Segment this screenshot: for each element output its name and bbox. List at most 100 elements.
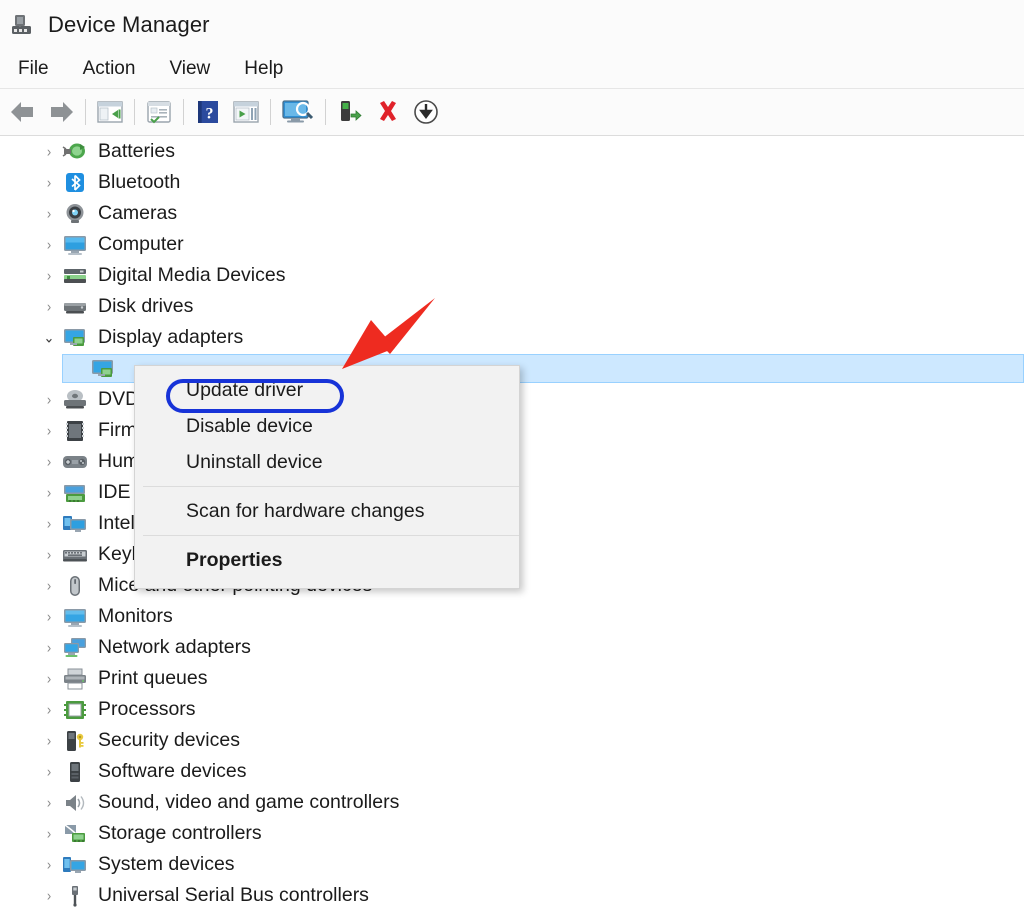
hid-icon: [62, 450, 88, 474]
mouse-icon: [62, 574, 88, 598]
tree-row-label: Sound, video and game controllers: [98, 791, 399, 814]
chevron-right-icon[interactable]: ›: [40, 299, 58, 314]
usb-icon: [62, 884, 88, 908]
context-menu[interactable]: Update driver Disable device Uninstall d…: [134, 365, 520, 589]
camera-icon: [62, 202, 88, 226]
forward-arrow-icon[interactable]: [42, 93, 80, 131]
chevron-right-icon[interactable]: ›: [40, 609, 58, 624]
chevron-right-icon[interactable]: ›: [40, 702, 58, 717]
printer-icon: [62, 667, 88, 691]
tree-row-label: Computer: [98, 233, 184, 256]
tree-row[interactable]: › Digital Media Devices: [0, 260, 1024, 291]
toolbar-separator: [183, 99, 184, 125]
scan-hardware-changes-icon[interactable]: [276, 93, 320, 131]
tree-row[interactable]: › Computer: [0, 229, 1024, 260]
chevron-right-icon[interactable]: ›: [40, 392, 58, 407]
toolbar-separator: [134, 99, 135, 125]
tree-row[interactable]: › Sound, video and game controllers: [0, 787, 1024, 818]
software-device-icon: [62, 760, 88, 784]
svg-text:?: ?: [206, 106, 214, 123]
bluetooth-icon: [62, 171, 88, 195]
chevron-right-icon[interactable]: ›: [40, 175, 58, 190]
tree-row[interactable]: › Disk drives: [0, 291, 1024, 322]
chevron-right-icon[interactable]: ›: [40, 578, 58, 593]
menu-action[interactable]: Action: [73, 56, 146, 82]
tree-row[interactable]: › Security devices: [0, 725, 1024, 756]
disable-device-icon[interactable]: [407, 93, 445, 131]
chevron-right-icon[interactable]: ›: [40, 485, 58, 500]
tree-row-label: Universal Serial Bus controllers: [98, 884, 369, 907]
chevron-right-icon[interactable]: ›: [40, 516, 58, 531]
update-driver-icon[interactable]: [227, 93, 265, 131]
menu-help[interactable]: Help: [234, 56, 293, 82]
chevron-right-icon[interactable]: ›: [40, 857, 58, 872]
tree-row-label: Print queues: [98, 667, 208, 690]
tree-row[interactable]: › Processors: [0, 694, 1024, 725]
chevron-right-icon[interactable]: ›: [40, 671, 58, 686]
tree-row-label: Cameras: [98, 202, 177, 225]
chevron-right-icon[interactable]: ›: [40, 795, 58, 810]
tree-row[interactable]: › Batteries: [0, 136, 1024, 167]
storage-controller-icon: [62, 822, 88, 846]
tree-row-label: Security devices: [98, 729, 240, 752]
context-menu-item-uninstall-device[interactable]: Uninstall device: [135, 444, 519, 480]
tree-row-label: Display adapters: [98, 326, 243, 349]
chevron-right-icon[interactable]: ›: [40, 547, 58, 562]
chevron-right-icon[interactable]: ›: [40, 888, 58, 903]
window-title: Device Manager: [48, 12, 210, 38]
toolbar-separator: [270, 99, 271, 125]
chevron-right-icon[interactable]: ›: [40, 640, 58, 655]
enable-device-icon[interactable]: [331, 93, 369, 131]
help-icon[interactable]: ?: [189, 93, 227, 131]
properties-icon[interactable]: [140, 93, 178, 131]
title-bar: Device Manager: [0, 0, 1024, 50]
tree-row-label: Batteries: [98, 140, 175, 163]
tree-row[interactable]: › Monitors: [0, 601, 1024, 632]
tree-row-label: Monitors: [98, 605, 173, 628]
menu-view[interactable]: View: [159, 56, 220, 82]
tree-row[interactable]: › Print queues: [0, 663, 1024, 694]
chevron-right-icon[interactable]: ›: [40, 144, 58, 159]
tree-row-label: Disk drives: [98, 295, 193, 318]
tree-row-label: Bluetooth: [98, 171, 180, 194]
toolbar: ?: [0, 88, 1024, 136]
chevron-right-icon[interactable]: ›: [40, 268, 58, 283]
context-menu-separator: [143, 535, 519, 536]
media-device-icon: [62, 264, 88, 288]
chevron-right-icon[interactable]: ›: [40, 423, 58, 438]
tree-row-label: Processors: [98, 698, 196, 721]
tree-row[interactable]: › Universal Serial Bus controllers: [0, 880, 1024, 911]
computer-icon: [62, 233, 88, 257]
tree-row[interactable]: › Storage controllers: [0, 818, 1024, 849]
chevron-right-icon[interactable]: ›: [40, 206, 58, 221]
chevron-right-icon[interactable]: ›: [40, 826, 58, 841]
device-manager-icon: [10, 12, 36, 38]
tree-row-label: Software devices: [98, 760, 247, 783]
tree-row[interactable]: › Bluetooth: [0, 167, 1024, 198]
context-menu-item-properties[interactable]: Properties: [135, 542, 519, 578]
chevron-down-icon[interactable]: ⌄: [40, 330, 58, 345]
toolbar-separator: [325, 99, 326, 125]
tree-row[interactable]: › System devices: [0, 849, 1024, 880]
chevron-right-icon[interactable]: ›: [40, 454, 58, 469]
context-menu-item-update-driver[interactable]: Update driver: [135, 372, 519, 408]
firmware-icon: [62, 419, 88, 443]
chevron-right-icon[interactable]: ›: [40, 764, 58, 779]
chevron-right-icon[interactable]: ›: [40, 237, 58, 252]
context-menu-item-scan-hardware-changes[interactable]: Scan for hardware changes: [135, 493, 519, 529]
show-hide-console-tree-icon[interactable]: [91, 93, 129, 131]
tree-row-label: Digital Media Devices: [98, 264, 286, 287]
tree-row-display-adapters[interactable]: ⌄ Display adapters: [0, 322, 1024, 353]
tree-row[interactable]: › Network adapters: [0, 632, 1024, 663]
chevron-right-icon[interactable]: ›: [40, 733, 58, 748]
context-menu-item-disable-device[interactable]: Disable device: [135, 408, 519, 444]
uninstall-device-icon[interactable]: [369, 93, 407, 131]
back-arrow-icon[interactable]: [4, 93, 42, 131]
tree-row[interactable]: › Cameras: [0, 198, 1024, 229]
tree-row-label: System devices: [98, 853, 235, 876]
display-adapter-icon: [90, 357, 116, 381]
security-device-icon: [62, 729, 88, 753]
menu-file[interactable]: File: [8, 56, 59, 82]
processor-icon: [62, 698, 88, 722]
tree-row[interactable]: › Software devices: [0, 756, 1024, 787]
